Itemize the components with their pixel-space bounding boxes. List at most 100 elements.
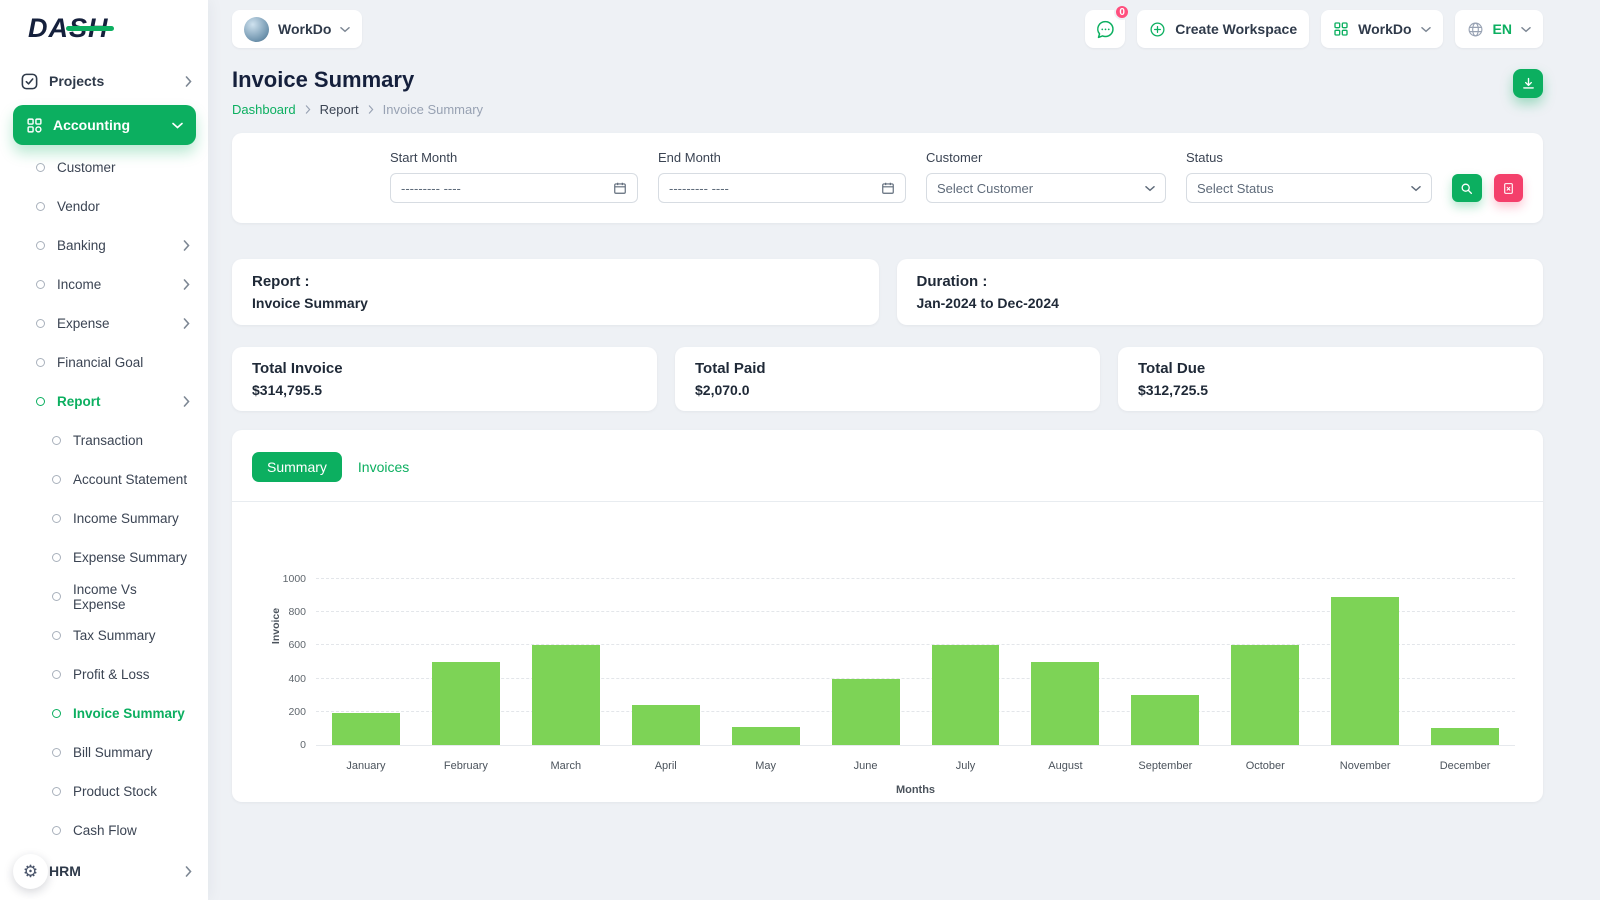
sidebar-item-report[interactable]: Report bbox=[0, 382, 208, 421]
sidebar-item-income-vs-expense[interactable]: Income Vs Expense bbox=[0, 577, 208, 616]
topbar-actions: 0 Create Workspace WorkDo EN bbox=[1085, 4, 1543, 48]
bullet-icon bbox=[36, 202, 45, 211]
breadcrumb-report-link[interactable]: Report bbox=[320, 102, 359, 117]
download-report-button[interactable] bbox=[1513, 69, 1543, 98]
sidebar-item-account-statement[interactable]: Account Statement bbox=[0, 460, 208, 499]
sidebar-item-profit-loss[interactable]: Profit & Loss bbox=[0, 655, 208, 694]
chart-y-tick-label: 0 bbox=[300, 739, 306, 751]
chart-bar-column bbox=[616, 579, 716, 745]
workdo-menu-button[interactable]: WorkDo bbox=[1321, 10, 1443, 48]
bullet-icon bbox=[36, 163, 45, 172]
sidebar-item-bill-summary[interactable]: Bill Summary bbox=[0, 733, 208, 772]
sidebar-item-customer[interactable]: Customer bbox=[0, 148, 208, 187]
calendar-icon bbox=[881, 181, 895, 195]
customer-select[interactable]: Select Customer bbox=[926, 173, 1166, 203]
bar-october bbox=[1231, 645, 1300, 745]
chart-tabs: Summary Invoices bbox=[232, 430, 1543, 502]
sidebar-item-transaction[interactable]: Transaction bbox=[0, 421, 208, 460]
chart-x-tick-label: January bbox=[346, 760, 386, 772]
sidebar-item-income[interactable]: Income bbox=[0, 265, 208, 304]
chart-bar-column bbox=[416, 579, 516, 745]
reset-filter-button[interactable] bbox=[1493, 174, 1523, 202]
messages-button[interactable]: 0 bbox=[1085, 4, 1131, 48]
bullet-icon bbox=[36, 241, 45, 250]
chevron-down-icon bbox=[1145, 185, 1155, 192]
tab-invoices[interactable]: Invoices bbox=[358, 459, 409, 475]
chevron-down-icon bbox=[1521, 26, 1531, 33]
bar-november bbox=[1331, 597, 1400, 745]
sidebar-item-banking[interactable]: Banking bbox=[0, 226, 208, 265]
chart-x-tick-label: November bbox=[1339, 760, 1391, 772]
bullet-icon bbox=[52, 475, 61, 484]
apply-filter-button[interactable] bbox=[1452, 174, 1482, 202]
bullet-icon bbox=[52, 748, 61, 757]
chart-bars bbox=[316, 579, 1515, 745]
report-card: Report : Invoice Summary bbox=[232, 259, 879, 325]
chart-bar-column bbox=[1115, 579, 1215, 745]
chart-bar-column bbox=[1315, 579, 1415, 745]
start-month-value: --------- ---- bbox=[401, 180, 461, 196]
report-card-value: Invoice Summary bbox=[252, 295, 368, 311]
breadcrumb: Dashboard Report Invoice Summary bbox=[232, 102, 483, 117]
sidebar-item-label: Income Vs Expense bbox=[73, 581, 137, 612]
bar-february bbox=[431, 662, 500, 745]
sidebar-item-invoice-summary[interactable]: Invoice Summary bbox=[0, 694, 208, 733]
sidebar-item-income-summary[interactable]: Income Summary bbox=[0, 499, 208, 538]
bullet-icon bbox=[52, 709, 61, 718]
sidebar-item-financial-goal[interactable]: Financial Goal bbox=[0, 343, 208, 382]
tab-summary[interactable]: Summary bbox=[252, 452, 342, 482]
duration-card-value: Jan-2024 to Dec-2024 bbox=[916, 295, 1059, 311]
grid-icon bbox=[26, 117, 43, 134]
start-month-input[interactable]: --------- ---- bbox=[390, 173, 638, 203]
bullet-icon bbox=[36, 358, 45, 367]
settings-gear-button[interactable]: ⚙ bbox=[13, 854, 48, 889]
bullet-icon bbox=[36, 397, 45, 406]
chart-bar-column bbox=[316, 579, 416, 745]
invoice-bar-chart: Invoice 0 200 400 600 800 1000 January Februar… bbox=[232, 502, 1543, 802]
breadcrumb-dashboard-link[interactable]: Dashboard bbox=[232, 102, 296, 117]
chart-bar-column bbox=[1015, 579, 1115, 745]
sidebar-item-label: Product Stock bbox=[73, 784, 158, 799]
chevron-down-icon bbox=[340, 26, 351, 33]
sidebar-item-cash-flow[interactable]: Cash Flow bbox=[0, 811, 208, 850]
messages-count-badge: 0 bbox=[1114, 4, 1131, 20]
chart-x-tick-label: September bbox=[1138, 760, 1193, 772]
app-logo[interactable]: DASH bbox=[0, 0, 208, 56]
sidebar-item-label: Banking bbox=[57, 238, 106, 253]
language-selector[interactable]: EN bbox=[1454, 10, 1543, 48]
chart-plot-area: 0 200 400 600 800 1000 bbox=[283, 546, 1515, 751]
sidebar-item-accounting[interactable]: Accounting bbox=[13, 105, 196, 145]
duration-card-title: Duration : bbox=[916, 273, 988, 290]
sidebar-item-tax-summary[interactable]: Tax Summary bbox=[0, 616, 208, 655]
end-month-input[interactable]: --------- ---- bbox=[658, 173, 906, 203]
status-select[interactable]: Select Status bbox=[1186, 173, 1432, 203]
search-icon bbox=[1460, 182, 1473, 195]
breadcrumb-current: Invoice Summary bbox=[382, 102, 484, 117]
sidebar-item-label: Income Summary bbox=[73, 511, 179, 526]
sidebar-item-product-stock[interactable]: Product Stock bbox=[0, 772, 208, 811]
sidebar-item-expense-summary[interactable]: Expense Summary bbox=[0, 538, 208, 577]
start-month-field: Start Month --------- ---- bbox=[390, 150, 638, 203]
chart-card: Summary Invoices Invoice 0 200 400 600 800 10… bbox=[232, 430, 1543, 802]
workspace-avatar bbox=[244, 16, 269, 42]
bullet-icon bbox=[36, 280, 45, 289]
chevron-right-icon bbox=[305, 105, 311, 114]
chevron-right-icon bbox=[368, 105, 374, 114]
sidebar-item-label: Financial Goal bbox=[57, 355, 144, 370]
sidebar-item-label: Invoice Summary bbox=[73, 706, 185, 721]
chart-x-tick-label: April bbox=[654, 760, 677, 772]
start-month-label: Start Month bbox=[390, 150, 458, 165]
sidebar-item-projects[interactable]: Projects bbox=[0, 60, 208, 102]
bar-june bbox=[831, 679, 900, 745]
total-paid-title: Total Paid bbox=[695, 360, 766, 377]
page-title: Invoice Summary bbox=[232, 67, 415, 92]
workspace-name: WorkDo bbox=[278, 21, 332, 37]
chart-y-tick-label: 800 bbox=[288, 606, 306, 618]
sidebar: DASH Projects Accounting Customer Vendor B… bbox=[0, 0, 208, 900]
sidebar-item-vendor[interactable]: Vendor bbox=[0, 187, 208, 226]
chart-x-tick-label: February bbox=[443, 760, 488, 772]
workspace-selector[interactable]: WorkDo bbox=[232, 10, 363, 48]
create-workspace-button[interactable]: Create Workspace bbox=[1137, 10, 1310, 48]
sidebar-item-expense[interactable]: Expense bbox=[0, 304, 208, 343]
download-icon bbox=[1521, 76, 1536, 91]
